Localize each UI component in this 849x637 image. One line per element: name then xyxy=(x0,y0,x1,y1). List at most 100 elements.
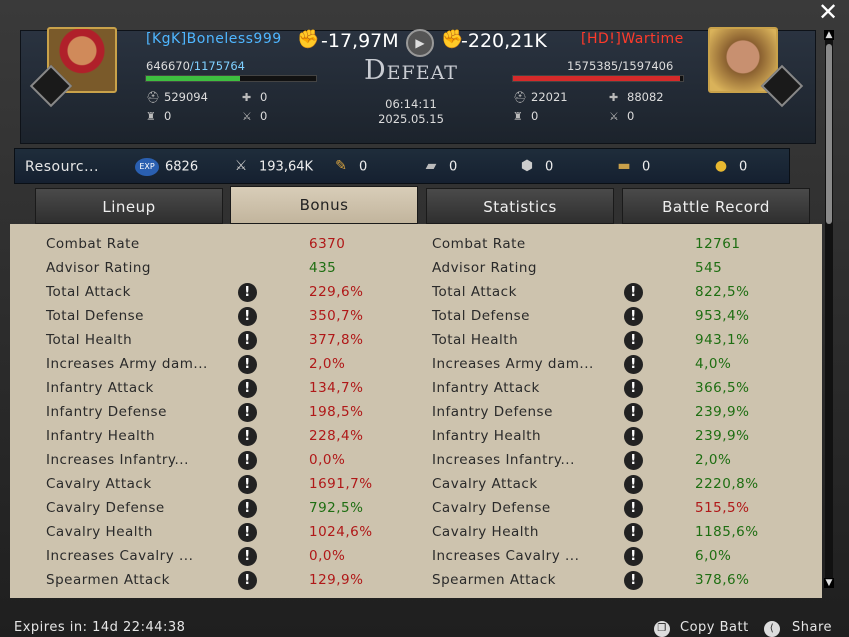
iron-icon: ▰ xyxy=(425,158,437,174)
scrollbar-thumb[interactable] xyxy=(826,44,832,224)
bonus-label: Increases Cavalry ... xyxy=(432,548,580,564)
bonus-value: 6370 xyxy=(309,236,346,252)
bonus-value: 435 xyxy=(309,260,337,276)
bonus-label: Cavalry Defense xyxy=(46,500,165,516)
info-icon[interactable]: ! xyxy=(238,403,257,422)
bonus-row-left: Infantry Attack! 134,7% xyxy=(46,376,426,400)
tab-bonus[interactable]: Bonus xyxy=(230,186,418,224)
bonus-row-right: Spearmen Attack! 378,6% xyxy=(432,568,812,592)
info-icon[interactable]: ! xyxy=(624,523,643,542)
bonus-row-left: Cavalry Health! 1024,6% xyxy=(46,520,426,544)
crossed-swords-icon: ⚔ xyxy=(242,110,252,123)
bonus-panel[interactable]: Combat Rate 6370 Combat Rate 12761 Advisor R… xyxy=(10,224,822,598)
info-icon[interactable]: ! xyxy=(238,547,257,566)
exp-icon: EXP xyxy=(135,158,159,176)
defender-stat-c: ♜ 0 xyxy=(513,109,539,123)
bonus-row-right: Total Health! 943,1% xyxy=(432,328,812,352)
info-icon[interactable]: ! xyxy=(238,427,257,446)
resource-kills: ⚔ 193,64K xyxy=(229,158,313,176)
info-icon[interactable]: ! xyxy=(238,523,257,542)
info-icon[interactable]: ! xyxy=(624,331,643,350)
bonus-row-right: Increases Cavalry ...! 6,0% xyxy=(432,544,812,568)
share-icon: ⟨ xyxy=(764,621,780,637)
defender-loss: -220,21K xyxy=(461,30,547,52)
attacker-loss: -17,97M xyxy=(321,30,399,52)
defender-name[interactable]: [HD!]Wartime xyxy=(581,31,684,47)
info-icon[interactable]: ! xyxy=(238,499,257,518)
scroll-down-icon[interactable]: ▼ xyxy=(824,578,834,588)
expires-timer: Expires in: 14d 22:44:38 xyxy=(14,620,186,635)
tab-statistics[interactable]: Statistics xyxy=(426,188,614,224)
tower-icon: ♜ xyxy=(513,110,523,123)
attacker-name[interactable]: [KgK]Boneless999 xyxy=(146,31,282,47)
info-icon[interactable]: ! xyxy=(624,571,643,590)
info-icon[interactable]: ! xyxy=(238,451,257,470)
info-icon[interactable]: ! xyxy=(624,307,643,326)
defender-stat-b: ✚ 88082 xyxy=(609,90,664,104)
bonus-value: 6,0% xyxy=(695,548,732,564)
resources-label: Resourc... xyxy=(25,159,99,175)
bonus-row-left: Total Health! 377,8% xyxy=(46,328,426,352)
bonus-label: Total Attack xyxy=(432,284,517,300)
bonus-label: Advisor Rating xyxy=(432,260,537,276)
wounded-icon: ✚ xyxy=(609,91,619,104)
bonus-label: Infantry Defense xyxy=(432,404,553,420)
info-icon[interactable]: ! xyxy=(624,355,643,374)
info-icon[interactable]: ! xyxy=(624,547,643,566)
tab-lineup[interactable]: Lineup xyxy=(35,188,223,224)
bonus-label: Combat Rate xyxy=(432,236,526,252)
bonus-label: Total Health xyxy=(46,332,133,348)
bonus-label: Spearmen Attack xyxy=(432,572,556,588)
bonus-value: 239,9% xyxy=(695,404,750,420)
resources-bar: Resourc... EXP 6826 ⚔ 193,64K ✎ 0 ▰ 0 ⬢ 0 ▬ 0 … xyxy=(14,148,790,184)
info-icon[interactable]: ! xyxy=(624,403,643,422)
scroll-up-icon[interactable]: ▲ xyxy=(824,30,834,40)
bonus-value: 366,5% xyxy=(695,380,750,396)
attacker-stat-a: ⛑ 529094 xyxy=(146,90,208,104)
info-icon[interactable]: ! xyxy=(238,331,257,350)
copy-battle-button[interactable]: ❐ Copy Batt xyxy=(654,620,749,637)
info-icon[interactable]: ! xyxy=(624,427,643,446)
bonus-value: 0,0% xyxy=(309,548,346,564)
play-replay-button[interactable]: ▶ xyxy=(406,29,434,57)
helmet-icon: ⛑ xyxy=(513,91,527,104)
resource-exp: EXP 6826 xyxy=(135,158,198,176)
bonus-value: 4,0% xyxy=(695,356,732,372)
info-icon[interactable]: ! xyxy=(624,451,643,470)
bonus-row-left: Combat Rate 6370 xyxy=(46,232,426,256)
food-icon: ✎ xyxy=(335,158,347,174)
bonus-row-right: Cavalry Health! 1185,6% xyxy=(432,520,812,544)
info-icon[interactable]: ! xyxy=(238,475,257,494)
bonus-row-right: Infantry Defense! 239,9% xyxy=(432,400,812,424)
helmet-icon: ⛑ xyxy=(146,91,160,104)
bonus-row-left: Total Defense! 350,7% xyxy=(46,304,426,328)
bonus-label: Increases Army dam... xyxy=(46,356,208,372)
bonus-row-right: Total Attack! 822,5% xyxy=(432,280,812,304)
defender-stat-a: ⛑ 22021 xyxy=(513,90,568,104)
bonus-row-right: Increases Army dam...! 4,0% xyxy=(432,352,812,376)
defender-hp-bar xyxy=(512,75,684,82)
resource-wood: ▬ 0 xyxy=(612,158,650,176)
tower-icon: ♜ xyxy=(146,110,156,123)
close-icon[interactable]: ✕ xyxy=(817,0,839,24)
info-icon[interactable]: ! xyxy=(624,499,643,518)
info-icon[interactable]: ! xyxy=(624,283,643,302)
share-button[interactable]: ⟨ Share xyxy=(764,620,832,637)
bonus-value: 134,7% xyxy=(309,380,364,396)
attacker-troops: 646670/1175764 xyxy=(146,59,245,73)
bonus-row-right: Increases Infantry...! 2,0% xyxy=(432,448,812,472)
info-icon[interactable]: ! xyxy=(238,307,257,326)
info-icon[interactable]: ! xyxy=(238,283,257,302)
info-icon[interactable]: ! xyxy=(238,571,257,590)
tab-battle-record[interactable]: Battle Record xyxy=(622,188,810,224)
info-icon[interactable]: ! xyxy=(624,379,643,398)
bonus-label: Cavalry Health xyxy=(432,524,539,540)
defender-troops: 1575385/1597406 xyxy=(567,59,674,73)
info-icon[interactable]: ! xyxy=(238,379,257,398)
info-icon[interactable]: ! xyxy=(238,355,257,374)
bonus-value: 229,6% xyxy=(309,284,364,300)
info-icon[interactable]: ! xyxy=(624,475,643,494)
bonus-row-right: Combat Rate 12761 xyxy=(432,232,812,256)
battle-timestamp: 06:14:11 2025.05.15 xyxy=(378,97,444,126)
bonus-label: Total Defense xyxy=(432,308,530,324)
